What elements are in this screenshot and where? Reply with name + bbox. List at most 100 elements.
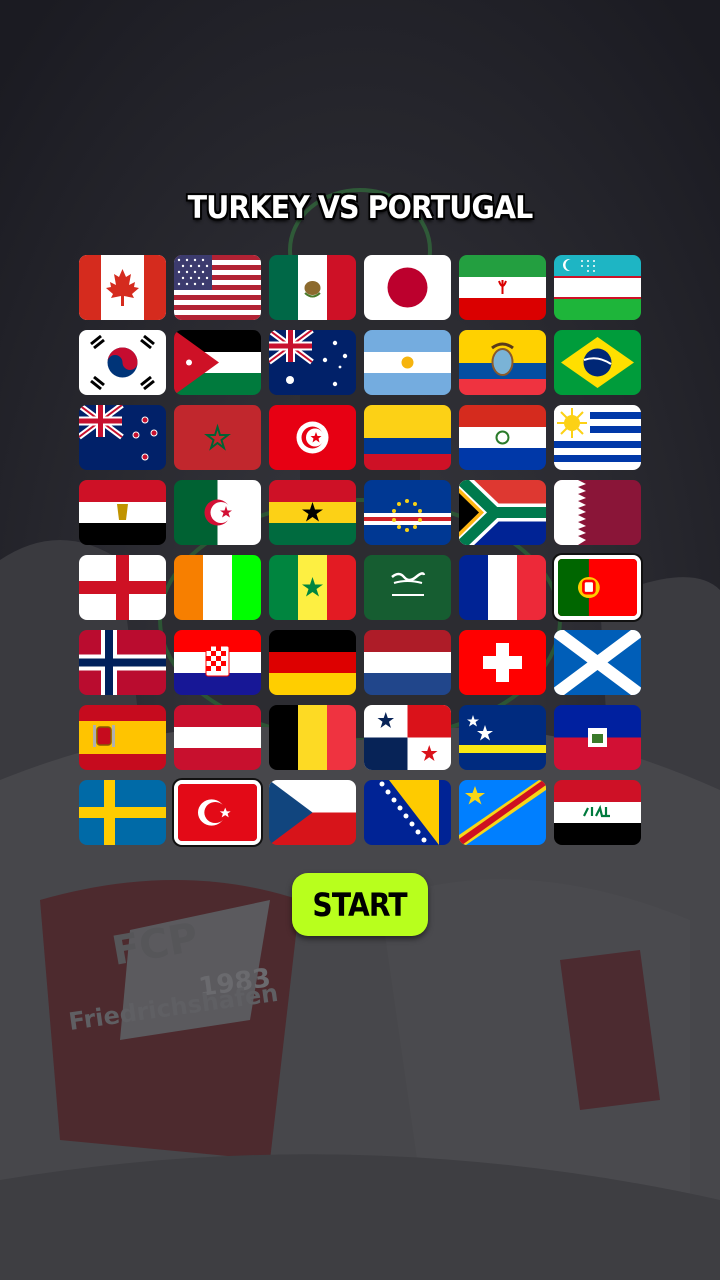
start-button-label: START <box>312 885 408 924</box>
flag-curacao[interactable] <box>459 705 546 770</box>
flag-panama[interactable] <box>364 705 451 770</box>
flag-grid <box>79 255 641 845</box>
saudi-arabia-flag-icon <box>364 555 451 620</box>
qatar-flag-icon <box>554 480 641 545</box>
flag-argentina[interactable] <box>364 330 451 395</box>
flag-iran[interactable] <box>459 255 546 320</box>
flag-senegal[interactable] <box>269 555 356 620</box>
flag-algeria[interactable] <box>174 480 261 545</box>
flag-morocco[interactable] <box>174 405 261 470</box>
flag-australia[interactable] <box>269 330 356 395</box>
switzerland-flag-icon <box>459 630 546 695</box>
senegal-flag-icon <box>269 555 356 620</box>
flag-netherlands[interactable] <box>364 630 451 695</box>
tunisia-flag-icon <box>269 405 356 470</box>
flag-cape-verde[interactable] <box>364 480 451 545</box>
usa-flag-icon <box>174 255 261 320</box>
austria-flag-icon <box>174 705 261 770</box>
flag-south-africa[interactable] <box>459 480 546 545</box>
flag-ivory-coast[interactable] <box>174 555 261 620</box>
flag-saudi-arabia[interactable] <box>364 555 451 620</box>
flag-france[interactable] <box>459 555 546 620</box>
argentina-flag-icon <box>364 330 451 395</box>
iran-flag-icon <box>459 255 546 320</box>
morocco-flag-icon <box>174 405 261 470</box>
flag-england[interactable] <box>79 555 166 620</box>
canada-flag-icon <box>79 255 166 320</box>
netherlands-flag-icon <box>364 630 451 695</box>
norway-flag-icon <box>79 630 166 695</box>
flag-brazil[interactable] <box>554 330 641 395</box>
ecuador-flag-icon <box>459 330 546 395</box>
flag-usa[interactable] <box>174 255 261 320</box>
croatia-flag-icon <box>174 630 261 695</box>
flag-mexico[interactable] <box>269 255 356 320</box>
match-title: TURKEY VS PORTUGAL <box>187 190 534 226</box>
flag-czechia[interactable] <box>269 780 356 845</box>
new-zealand-flag-icon <box>79 405 166 470</box>
dr-congo-flag-icon <box>459 780 546 845</box>
scotland-flag-icon <box>554 630 641 695</box>
england-flag-icon <box>79 555 166 620</box>
belgium-flag-icon <box>269 705 356 770</box>
ivory-coast-flag-icon <box>174 555 261 620</box>
france-flag-icon <box>459 555 546 620</box>
flag-qatar[interactable] <box>554 480 641 545</box>
flag-norway[interactable] <box>79 630 166 695</box>
south-korea-flag-icon <box>79 330 166 395</box>
portugal-flag-icon <box>558 559 637 616</box>
panama-flag-icon <box>364 705 451 770</box>
flag-scotland[interactable] <box>554 630 641 695</box>
flag-canada[interactable] <box>79 255 166 320</box>
iraq-flag-icon <box>554 780 641 845</box>
brazil-flag-icon <box>554 330 641 395</box>
flag-japan[interactable] <box>364 255 451 320</box>
colombia-flag-icon <box>364 405 451 470</box>
start-button[interactable]: START <box>292 873 428 936</box>
haiti-flag-icon <box>554 705 641 770</box>
sweden-flag-icon <box>79 780 166 845</box>
algeria-flag-icon <box>174 480 261 545</box>
uruguay-flag-icon <box>554 405 641 470</box>
czechia-flag-icon <box>269 780 356 845</box>
flag-germany[interactable] <box>269 630 356 695</box>
flag-south-korea[interactable] <box>79 330 166 395</box>
turkey-flag-icon <box>178 784 257 841</box>
mexico-flag-icon <box>269 255 356 320</box>
flag-egypt[interactable] <box>79 480 166 545</box>
flag-uzbekistan[interactable] <box>554 255 641 320</box>
australia-flag-icon <box>269 330 356 395</box>
japan-flag-icon <box>364 255 451 320</box>
flag-austria[interactable] <box>174 705 261 770</box>
flag-uruguay[interactable] <box>554 405 641 470</box>
flag-turkey[interactable] <box>174 780 261 845</box>
paraguay-flag-icon <box>459 405 546 470</box>
flag-tunisia[interactable] <box>269 405 356 470</box>
flag-jordan[interactable] <box>174 330 261 395</box>
flag-sweden[interactable] <box>79 780 166 845</box>
flag-haiti[interactable] <box>554 705 641 770</box>
flag-switzerland[interactable] <box>459 630 546 695</box>
flag-iraq[interactable] <box>554 780 641 845</box>
jordan-flag-icon <box>174 330 261 395</box>
egypt-flag-icon <box>79 480 166 545</box>
flag-ghana[interactable] <box>269 480 356 545</box>
flag-new-zealand[interactable] <box>79 405 166 470</box>
flag-bosnia[interactable] <box>364 780 451 845</box>
flag-colombia[interactable] <box>364 405 451 470</box>
flag-portugal[interactable] <box>554 555 641 620</box>
south-africa-flag-icon <box>459 480 546 545</box>
ghana-flag-icon <box>269 480 356 545</box>
bosnia-flag-icon <box>364 780 451 845</box>
cape-verde-flag-icon <box>364 480 451 545</box>
spain-flag-icon <box>79 705 166 770</box>
flag-croatia[interactable] <box>174 630 261 695</box>
flag-dr-congo[interactable] <box>459 780 546 845</box>
curacao-flag-icon <box>459 705 546 770</box>
flag-spain[interactable] <box>79 705 166 770</box>
flag-belgium[interactable] <box>269 705 356 770</box>
germany-flag-icon <box>269 630 356 695</box>
flag-ecuador[interactable] <box>459 330 546 395</box>
flag-paraguay[interactable] <box>459 405 546 470</box>
uzbekistan-flag-icon <box>554 255 641 320</box>
